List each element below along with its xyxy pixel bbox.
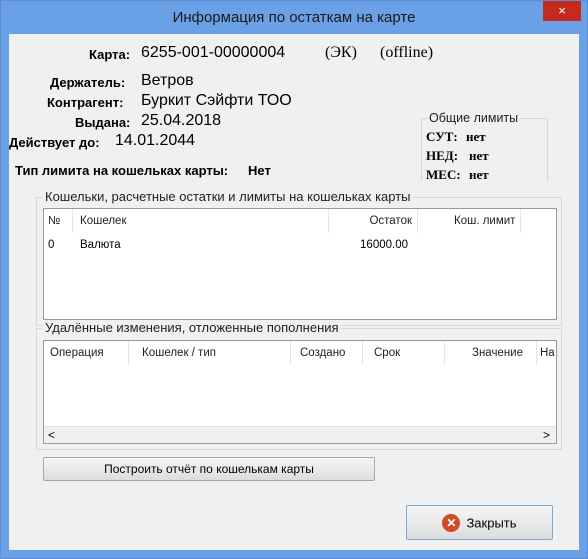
horizontal-scrollbar[interactable]: < > bbox=[44, 426, 556, 443]
dialog-window: Информация по остаткам на карте × Карта:… bbox=[0, 0, 588, 559]
wallets-col-wallet[interactable]: Кошелек bbox=[80, 209, 126, 233]
column-separator bbox=[72, 209, 73, 233]
valid-until-value: 14.01.2044 bbox=[115, 132, 196, 149]
column-separator bbox=[328, 209, 329, 233]
close-button-label: Закрыть bbox=[466, 515, 517, 531]
limit-day-label: СУТ: bbox=[426, 129, 458, 144]
wallet-row-num: 0 bbox=[48, 239, 55, 251]
wallets-col-num[interactable]: № bbox=[48, 209, 60, 233]
column-separator bbox=[290, 341, 291, 365]
column-separator bbox=[520, 209, 521, 233]
general-limits-title: Общие лимиты bbox=[427, 111, 521, 125]
remote-col-na[interactable]: На bbox=[540, 341, 555, 365]
close-icon: ✕ bbox=[442, 513, 461, 532]
remote-col-operation[interactable]: Операция bbox=[50, 341, 104, 365]
wallets-col-limit[interactable]: Кош. лимит bbox=[454, 209, 515, 233]
limit-type-value: Нет bbox=[248, 163, 271, 178]
counterparty-value: Буркит Сэйфти ТОО bbox=[141, 92, 292, 109]
limit-month-value: нет bbox=[469, 167, 489, 182]
issued-label: Выдана: bbox=[75, 115, 131, 130]
remote-changes-list[interactable]: Операция Кошелек / тип Создано Срок Знач… bbox=[43, 340, 557, 444]
card-label: Карта: bbox=[89, 47, 131, 62]
limit-day-value: нет bbox=[466, 129, 486, 144]
build-report-label: Построить отчёт по кошелькам карты bbox=[104, 462, 314, 476]
dialog-client-area: Карта: 6255-001-00000004 (ЭК) (offline) … bbox=[9, 34, 579, 550]
wallets-col-balance[interactable]: Остаток bbox=[352, 209, 412, 233]
column-separator bbox=[536, 341, 537, 365]
holder-value: Ветров bbox=[141, 72, 194, 89]
limit-month-label: МЕС: bbox=[426, 167, 461, 182]
counterparty-label: Контрагент: bbox=[47, 95, 124, 110]
wallets-list[interactable]: № Кошелек Остаток Кош. лимит 0 Валюта 16… bbox=[43, 208, 557, 320]
limit-type-label: Тип лимита на кошельках карты: bbox=[15, 163, 229, 178]
valid-until-label: Действует до: bbox=[9, 135, 100, 150]
remote-col-created[interactable]: Создано bbox=[300, 341, 345, 365]
limit-week-value: нет bbox=[469, 148, 489, 163]
card-number: 6255-001-00000004 bbox=[141, 44, 286, 61]
scroll-left-arrow[interactable]: < bbox=[48, 428, 55, 442]
column-separator bbox=[362, 341, 363, 365]
column-separator bbox=[128, 341, 129, 365]
column-separator bbox=[444, 341, 445, 365]
wallets-group: Кошельки, расчетные остатки и лимиты на … bbox=[36, 189, 562, 326]
remote-col-term[interactable]: Срок bbox=[374, 341, 400, 365]
limit-week-label: НЕД: bbox=[426, 148, 459, 163]
remote-changes-title: Удалённые изменения, отложенные пополнен… bbox=[43, 320, 341, 335]
remote-col-value[interactable]: Значение bbox=[472, 341, 523, 365]
remote-col-wallet-type[interactable]: Кошелек / тип bbox=[142, 341, 216, 365]
wallet-row-balance: 16000.00 bbox=[360, 239, 408, 251]
general-limits-group: Общие лимиты СУТ: нет НЕД: нет МЕС: нет bbox=[421, 111, 548, 182]
build-report-button[interactable]: Построить отчёт по кошелькам карты bbox=[43, 457, 375, 481]
scroll-right-arrow[interactable]: > bbox=[543, 428, 550, 442]
window-close-button[interactable]: × bbox=[543, 1, 581, 21]
wallets-group-title: Кошельки, расчетные остатки и лимиты на … bbox=[43, 189, 413, 204]
close-button[interactable]: ✕ Закрыть bbox=[406, 505, 553, 540]
wallet-row-name: Валюта bbox=[80, 239, 121, 251]
title-bar[interactable]: Информация по остаткам на карте × bbox=[1, 1, 587, 34]
column-separator bbox=[417, 209, 418, 233]
remote-changes-group: Удалённые изменения, отложенные пополнен… bbox=[36, 320, 562, 450]
holder-label: Держатель: bbox=[50, 75, 126, 90]
window-title: Информация по остаткам на карте bbox=[172, 9, 416, 26]
card-type: (ЭК) bbox=[325, 44, 357, 61]
card-mode: (offline) bbox=[380, 44, 434, 61]
issued-value: 25.04.2018 bbox=[141, 112, 222, 129]
